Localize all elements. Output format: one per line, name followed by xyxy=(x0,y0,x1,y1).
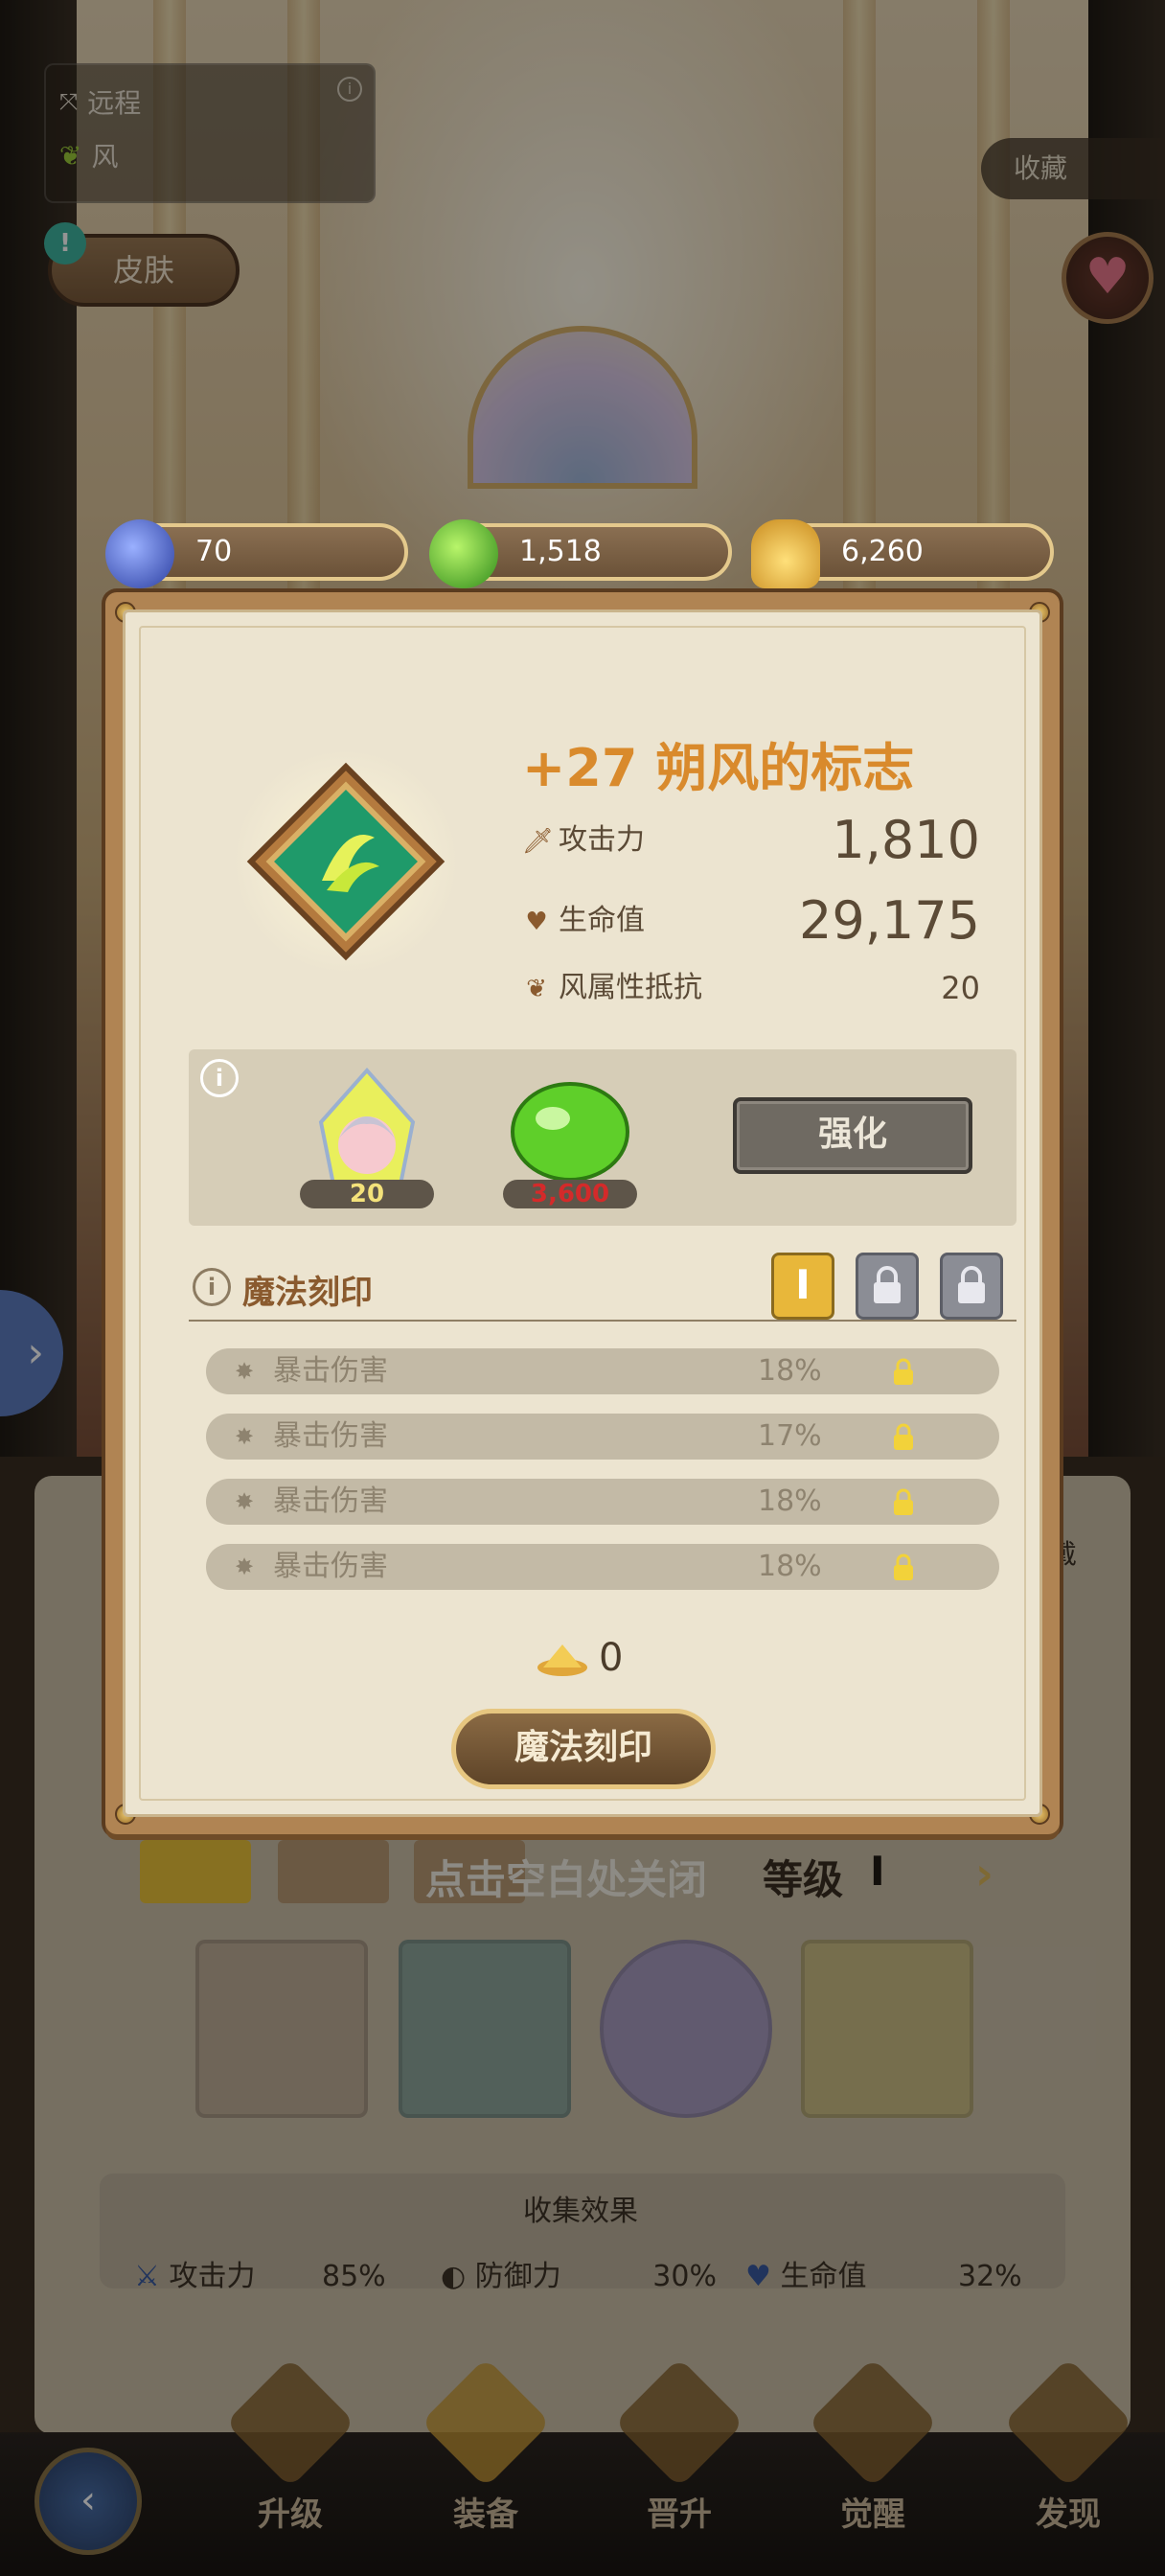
currency-crystal: 70 xyxy=(105,519,408,588)
blue-crystal-icon xyxy=(105,519,174,588)
effect-label: 暴击伤害 xyxy=(273,1484,388,1518)
effect-label: 暴击伤害 xyxy=(273,1550,388,1583)
gold-pile-icon xyxy=(751,519,820,588)
item-detail-modal: +27 朔风的标志 🗡 攻击力 1,810 ♥ 生命值 29,175 ❦ 风属性… xyxy=(105,592,1060,1834)
green-orb-icon xyxy=(429,519,498,588)
wind-leaf-icon: ❦ xyxy=(526,975,547,1003)
material-count: 3,600 xyxy=(503,1180,637,1208)
stat-value: 20 xyxy=(941,970,980,1006)
info-icon[interactable]: i xyxy=(200,1059,239,1097)
modal-content: +27 朔风的标志 🗡 攻击力 1,810 ♥ 生命值 29,175 ❦ 风属性… xyxy=(123,610,1042,1817)
stat-value: 29,175 xyxy=(799,890,980,951)
info-icon[interactable]: i xyxy=(193,1268,231,1306)
effect-label: 暴击伤害 xyxy=(273,1419,388,1453)
magic-inscription-title: 魔法刻印 xyxy=(242,1274,373,1312)
stat-label: 生命值 xyxy=(559,904,645,937)
currency-value: 1,518 xyxy=(519,535,602,568)
inscription-slot-3-locked[interactable] xyxy=(940,1253,1003,1320)
stat-label: 攻击力 xyxy=(559,823,645,857)
sword-icon: 🗡 xyxy=(522,827,555,856)
inscription-effect-row: ✸ 暴击伤害 18% xyxy=(206,1479,999,1525)
magic-inscription-header: i 魔法刻印 I xyxy=(189,1253,1017,1322)
currency-value: 6,260 xyxy=(841,535,924,568)
inscription-slot-1[interactable]: I xyxy=(771,1253,834,1320)
currency-gold: 6,260 xyxy=(751,519,1054,588)
stat-label: 风属性抵抗 xyxy=(559,971,702,1004)
lock-icon[interactable] xyxy=(888,1356,919,1387)
crit-burst-icon: ✸ xyxy=(235,1488,255,1515)
lock-icon[interactable] xyxy=(888,1421,919,1452)
item-title: +27 朔风的标志 xyxy=(522,738,915,798)
stat-row-wind-resist: ❦ 风属性抵抗 20 xyxy=(522,959,980,1017)
crit-burst-icon: ✸ xyxy=(235,1358,255,1385)
lock-icon xyxy=(958,1266,985,1303)
stat-row-hp: ♥ 生命值 29,175 xyxy=(522,892,980,950)
inscription-cost: 0 xyxy=(536,1636,623,1680)
effect-value: 17% xyxy=(758,1419,822,1453)
crit-burst-icon: ✸ xyxy=(235,1553,255,1580)
upgrade-section: i 20 3,600 强化 xyxy=(189,1049,1017,1226)
currency-value: 70 xyxy=(195,535,233,568)
lock-icon xyxy=(874,1266,901,1303)
magic-inscription-button[interactable]: 魔法刻印 xyxy=(451,1709,716,1789)
cost-value: 0 xyxy=(599,1636,624,1680)
inscription-effect-row: ✸ 暴击伤害 17% xyxy=(206,1414,999,1460)
effect-value: 18% xyxy=(758,1550,822,1583)
effect-value: 18% xyxy=(758,1354,822,1388)
inscription-slot-2-locked[interactable] xyxy=(856,1253,919,1320)
material-green-orb[interactable]: 3,600 xyxy=(503,1065,637,1208)
emblem-item-icon xyxy=(233,748,459,975)
effect-label: 暴击伤害 xyxy=(273,1354,388,1388)
currency-orb: 1,518 xyxy=(429,519,732,588)
lock-icon[interactable] xyxy=(888,1486,919,1517)
heart-shield-icon: ♥ xyxy=(525,908,548,936)
inscription-effect-row: ✸ 暴击伤害 18% xyxy=(206,1544,999,1590)
lock-icon[interactable] xyxy=(888,1552,919,1582)
stat-value: 1,810 xyxy=(832,810,980,870)
material-hero-shard[interactable]: 20 xyxy=(300,1065,434,1208)
stat-row-attack: 🗡 攻击力 1,810 xyxy=(522,812,980,869)
strengthen-button[interactable]: 强化 xyxy=(733,1097,972,1174)
gold-pile-icon xyxy=(537,1644,587,1676)
inscription-effect-row: ✸ 暴击伤害 18% xyxy=(206,1348,999,1394)
material-count: 20 xyxy=(300,1180,434,1208)
crit-burst-icon: ✸ xyxy=(235,1423,255,1450)
effect-value: 18% xyxy=(758,1484,822,1518)
